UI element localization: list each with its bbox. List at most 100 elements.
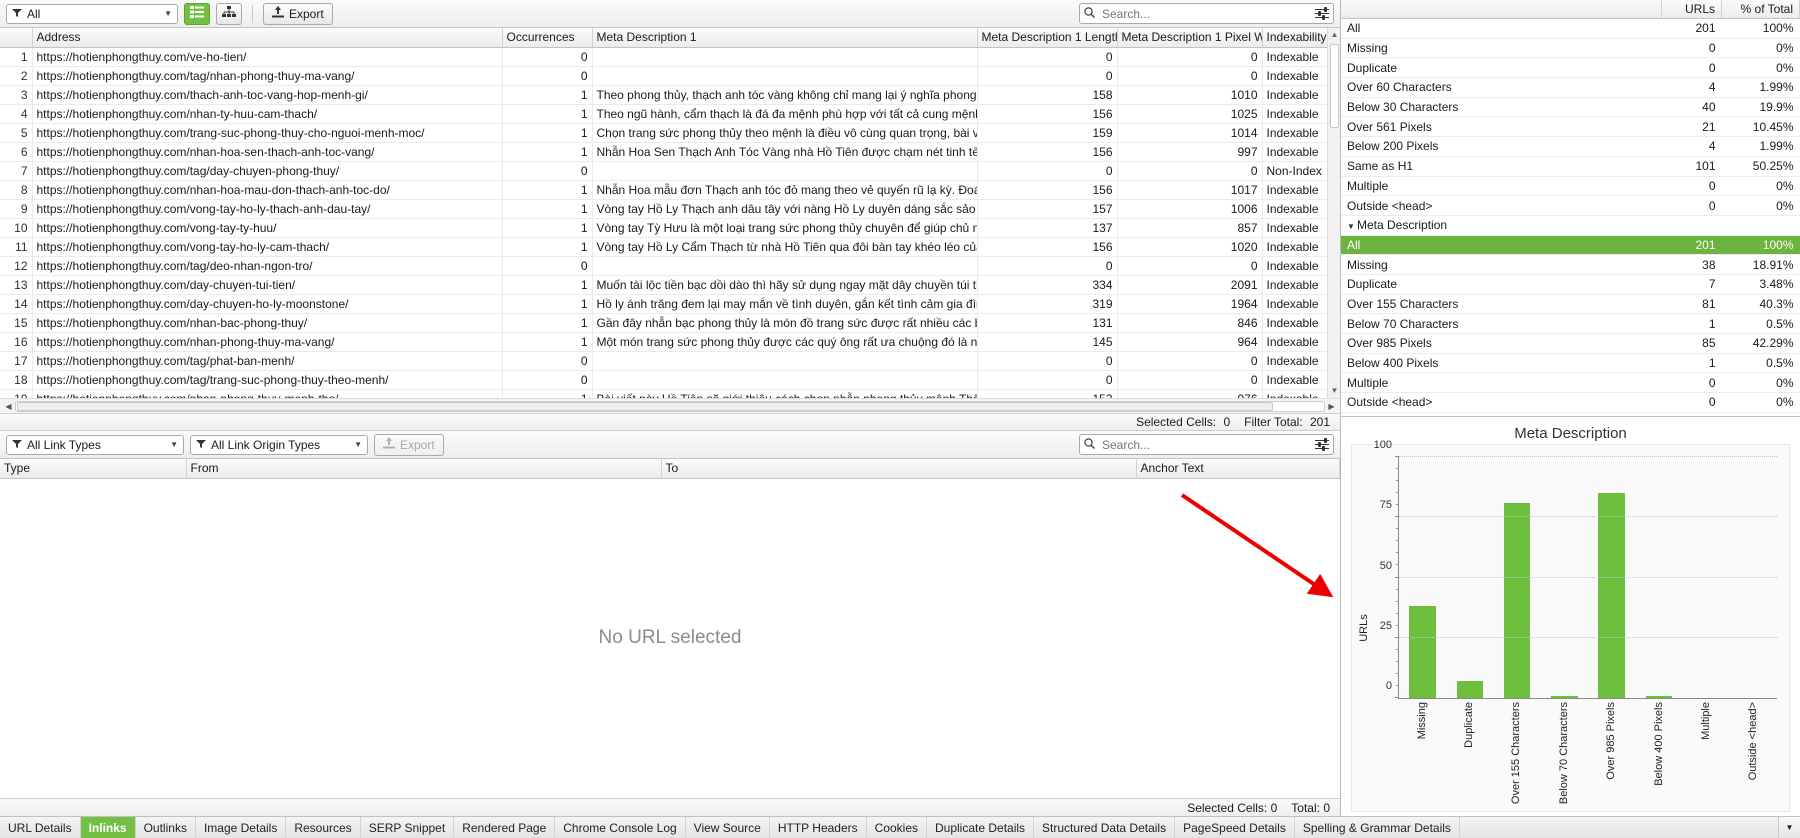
meta-description-cell[interactable] [592,161,978,181]
address-cell[interactable]: https://hotienphongthuy.com/nhan-ty-huu-… [32,104,503,124]
row-number-cell[interactable]: 12 [0,256,33,276]
meta-description-length-cell[interactable]: 0 [977,370,1118,390]
link-types-dropdown[interactable]: All Link Types ▼ [6,434,184,455]
overview-row-label[interactable]: Below 400 Pixels [1341,353,1662,374]
overview-filter-row[interactable]: Duplicate 0 0% [1341,57,1800,79]
link-origin-types-dropdown[interactable]: All Link Origin Types ▼ [190,434,368,455]
horizontal-scroll-thumb[interactable] [17,401,1273,411]
occurrences-cell[interactable]: 1 [502,237,593,257]
url-table-vertical-scrollbar[interactable]: ▲ ▼ [1327,28,1340,398]
overview-filter-row[interactable]: Outside <head> 0 0% [1341,195,1800,216]
overview-row-label[interactable]: Outside <head> [1341,195,1662,216]
occurrences-cell[interactable]: 0 [502,66,593,86]
address-cell[interactable]: https://hotienphongthuy.com/nhan-phong-t… [32,389,503,398]
table-row[interactable]: 3 https://hotienphongthuy.com/thach-anh-t… [0,85,1340,105]
meta-description-pixel-width-cell[interactable]: 0 [1117,256,1263,276]
occurrences-cell[interactable]: 1 [502,275,593,295]
overview-filter-row[interactable]: Multiple 0 0% [1341,372,1800,394]
address-cell[interactable]: https://hotienphongthuy.com/vong-tay-ho-… [32,237,503,257]
tab-http-headers[interactable]: HTTP Headers [770,817,867,838]
address-cell[interactable]: https://hotienphongthuy.com/tag/trang-su… [32,370,503,390]
chevron-down-icon[interactable]: ▼ [1347,222,1357,231]
table-row[interactable]: 15 https://hotienphongthuy.com/nhan-bac-p… [0,313,1340,333]
overview-filter-row[interactable]: Over 60 Characters 4 1.99% [1341,77,1800,98]
scroll-left-icon[interactable]: ◀ [2,402,15,411]
overview-row-label[interactable]: All [1341,18,1662,39]
table-row[interactable]: 10 https://hotienphongthuy.com/vong-tay-t… [0,218,1340,238]
meta-description-length-cell[interactable]: 0 [977,47,1118,67]
search-box[interactable] [1079,3,1334,24]
row-number-cell[interactable]: 3 [0,85,33,105]
tab-rendered-page[interactable]: Rendered Page [454,817,556,838]
row-number-cell[interactable]: 19 [0,389,33,398]
occurrences-cell[interactable]: 1 [502,199,593,219]
row-number-cell[interactable]: 1 [0,47,33,67]
col-header-occurrences[interactable]: Occurrences [502,28,593,48]
row-number-cell[interactable]: 14 [0,294,33,314]
tab-chrome-console-log[interactable]: Chrome Console Log [555,817,686,838]
overview-row-label[interactable]: All [1341,235,1662,256]
overview-filter-row[interactable]: Over 561 Pixels 21 10.45% [1341,116,1800,138]
chart-bar[interactable] [1598,493,1625,698]
overview-row-label[interactable]: Duplicate [1341,274,1662,295]
lower-search-input[interactable] [1100,436,1310,453]
tab-outlinks[interactable]: Outlinks [136,817,196,838]
meta-description-pixel-width-cell[interactable]: 964 [1117,332,1263,352]
occurrences-cell[interactable]: 1 [502,85,593,105]
lower-search-box[interactable] [1079,434,1334,455]
meta-description-pixel-width-cell[interactable]: 976 [1117,389,1263,398]
tab-spelling-grammar-details[interactable]: Spelling & Grammar Details [1295,817,1460,838]
table-row[interactable]: 14 https://hotienphongthuy.com/day-chuyen… [0,294,1340,314]
meta-description-length-cell[interactable]: 319 [977,294,1118,314]
overview-filter-row[interactable]: All 201 100% [1341,18,1800,39]
overview-row-label[interactable]: Duplicate [1341,57,1662,79]
table-row[interactable]: 9 https://hotienphongthuy.com/vong-tay-ho… [0,199,1340,219]
table-row[interactable]: 8 https://hotienphongthuy.com/nhan-hoa-ma… [0,180,1340,200]
address-cell[interactable]: https://hotienphongthuy.com/tag/nhan-pho… [32,66,503,86]
meta-description-length-cell[interactable]: 131 [977,313,1118,333]
meta-description-cell[interactable]: Một món trang sức phong thủy được các qu… [592,332,978,352]
table-row[interactable]: 1 https://hotienphongthuy.com/ve-ho-tien/… [0,47,1340,67]
overview-row-label[interactable]: ▼ Meta Description [1341,215,1662,236]
col-header-md-pixel-width[interactable]: Meta Description 1 Pixel Width [1117,28,1263,48]
meta-description-pixel-width-cell[interactable]: 2091 [1117,275,1263,295]
overview-filter-row[interactable]: Over 985 Pixels 85 42.29% [1341,333,1800,354]
table-row[interactable]: 7 https://hotienphongthuy.com/tag/day-chu… [0,161,1340,181]
meta-description-length-cell[interactable]: 159 [977,123,1118,143]
tab-pagespeed-details[interactable]: PageSpeed Details [1175,817,1295,838]
col-header-urls[interactable]: URLs [1661,0,1722,19]
meta-description-pixel-width-cell[interactable]: 0 [1117,161,1263,181]
col-header-anchor-text[interactable]: Anchor Text [1136,459,1340,479]
meta-description-length-cell[interactable]: 137 [977,218,1118,238]
overview-row-label[interactable]: Multiple [1341,176,1662,197]
col-header-meta-description[interactable]: Meta Description 1 [592,28,978,48]
row-number-cell[interactable]: 11 [0,237,33,257]
tab-image-details[interactable]: Image Details [196,817,287,838]
table-row[interactable]: 16 https://hotienphongthuy.com/nhan-phong… [0,332,1340,352]
meta-description-pixel-width-cell[interactable]: 846 [1117,313,1263,333]
meta-description-cell[interactable] [592,47,978,67]
meta-description-length-cell[interactable]: 156 [977,104,1118,124]
chart-bar[interactable] [1551,695,1578,698]
overview-filter-row[interactable]: Over 155 Characters 81 40.3% [1341,294,1800,315]
tree-view-button[interactable] [216,2,242,25]
meta-description-cell[interactable]: Theo ngũ hành, cẩm thạch là đá đa mệnh p… [592,104,978,124]
overview-filter-row[interactable]: Outside <head> 0 0% [1341,392,1800,413]
search-input[interactable] [1100,5,1310,22]
row-number-cell[interactable]: 8 [0,180,33,200]
occurrences-cell[interactable]: 0 [502,351,593,371]
occurrences-cell[interactable]: 0 [502,47,593,67]
meta-description-cell[interactable]: Chọn trang sức phong thủy theo mệnh là đ… [592,123,978,143]
occurrences-cell[interactable]: 1 [502,313,593,333]
address-cell[interactable]: https://hotienphongthuy.com/trang-suc-ph… [32,123,503,143]
col-header-type[interactable]: Type [0,459,187,479]
address-cell[interactable]: https://hotienphongthuy.com/day-chuyen-t… [32,275,503,295]
overview-filter-row[interactable]: Missing 0 0% [1341,38,1800,59]
meta-description-cell[interactable]: Vòng tay Tỳ Hưu là một loại trang sức ph… [592,218,978,238]
row-number-cell[interactable]: 5 [0,123,33,143]
meta-description-length-cell[interactable]: 334 [977,275,1118,295]
row-number-cell[interactable]: 16 [0,332,33,352]
tab-url-details[interactable]: URL Details [0,817,81,838]
meta-description-pixel-width-cell[interactable]: 857 [1117,218,1263,238]
address-cell[interactable]: https://hotienphongthuy.com/vong-tay-ty-… [32,218,503,238]
